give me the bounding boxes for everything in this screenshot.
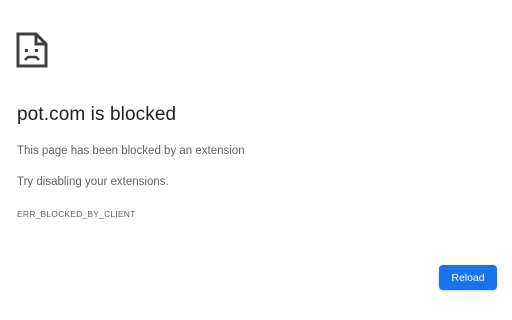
sad-page-icon (16, 32, 48, 68)
error-message: This page has been blocked by an extensi… (17, 145, 245, 157)
error-code: ERR_BLOCKED_BY_CLIENT (17, 209, 136, 219)
reload-button[interactable]: Reload (439, 265, 497, 290)
suggestion-text: Try disabling your extensions. (17, 176, 169, 188)
error-page: pot.com is blocked This page has been bl… (0, 0, 512, 320)
page-title: pot.com is blocked (17, 104, 177, 125)
